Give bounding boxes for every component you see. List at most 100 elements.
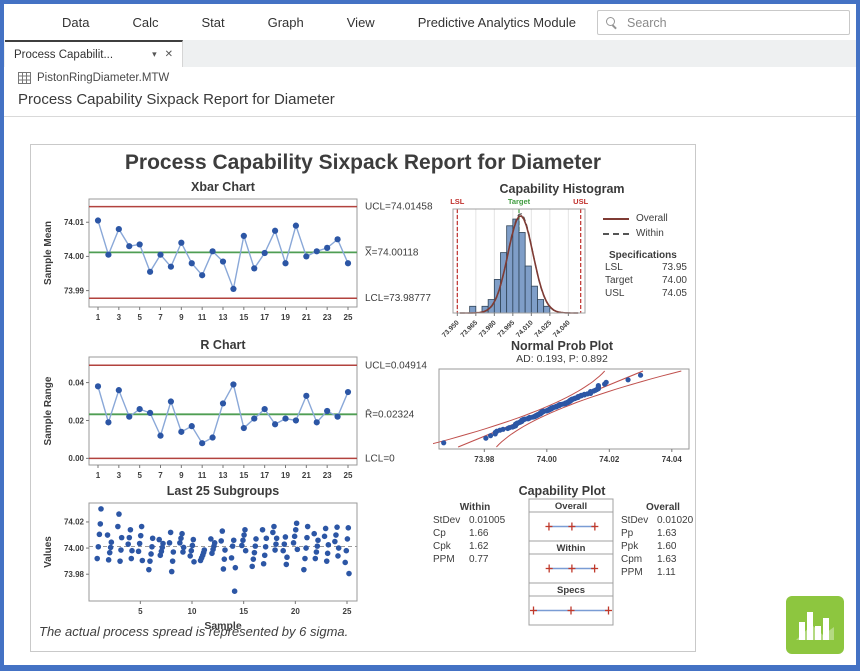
chart-app-icon[interactable]: [786, 596, 844, 654]
within-ppm-label: PPM: [433, 553, 469, 566]
legend-within-label: Within: [636, 228, 664, 239]
overall-ppm-value: 1.11: [657, 566, 676, 579]
svg-text:74.01: 74.01: [64, 218, 85, 227]
overall-stdev-row: StDev 0.01020: [621, 514, 705, 527]
svg-text:1: 1: [96, 313, 101, 322]
svg-text:73.98: 73.98: [64, 570, 85, 579]
svg-text:74.040: 74.040: [552, 319, 572, 339]
within-stats-header: Within: [433, 501, 517, 514]
menu-item-view[interactable]: View: [347, 15, 375, 30]
menu-item-calc[interactable]: Calc: [132, 15, 158, 30]
last25-subgroups-chart: Last 25 Subgroups73.9874.0074.0251015202…: [39, 483, 439, 635]
svg-text:13: 13: [219, 471, 228, 480]
tab-bar: Process Capabilit... ▾ ✕: [4, 40, 856, 67]
report-footnote: The actual process spread is represented…: [39, 624, 348, 639]
svg-text:25: 25: [344, 471, 353, 480]
svg-text:UCL=74.01458: UCL=74.01458: [365, 202, 433, 213]
overall-pp-value: 1.63: [657, 527, 676, 540]
svg-text:73.99: 73.99: [64, 286, 85, 295]
overall-line-sample: [603, 218, 629, 220]
search-input[interactable]: [625, 15, 841, 31]
svg-text:74.02: 74.02: [64, 518, 85, 527]
svg-text:25: 25: [343, 607, 352, 616]
app-window: Data Calc Stat Graph View Predictive Ana…: [0, 0, 860, 671]
svg-text:21: 21: [302, 471, 311, 480]
svg-text:LSL: LSL: [450, 197, 465, 206]
svg-text:73.98: 73.98: [474, 455, 495, 464]
within-ppm-row: PPM 0.77: [433, 553, 517, 566]
svg-text:0.04: 0.04: [68, 378, 84, 387]
svg-text:0.00: 0.00: [68, 454, 84, 463]
svg-text:20: 20: [291, 607, 300, 616]
within-cpk-row: Cpk 1.62: [433, 540, 517, 553]
svg-text:17: 17: [260, 313, 269, 322]
svg-text:17: 17: [260, 471, 269, 480]
overall-ppm-label: PPM: [621, 566, 657, 579]
svg-text:0.02: 0.02: [68, 416, 84, 425]
svg-text:21: 21: [302, 313, 311, 322]
svg-text:19: 19: [281, 313, 290, 322]
spec-row-lsl: LSL 73.95: [603, 261, 687, 274]
normal-prob-plot-chart: 73.9874.0074.0274.04: [433, 367, 697, 467]
chevron-down-icon[interactable]: ▾: [152, 49, 157, 60]
within-cp-value: 1.66: [469, 527, 488, 540]
svg-text:R Chart: R Chart: [200, 338, 246, 352]
search-box[interactable]: [597, 10, 850, 35]
svg-text:10: 10: [188, 607, 197, 616]
legend-overall-row: Overall: [603, 211, 693, 226]
menu-item-predictive-analytics-module[interactable]: Predictive Analytics Module: [418, 15, 576, 30]
svg-text:Values: Values: [43, 536, 54, 568]
svg-text:74.02: 74.02: [599, 455, 620, 464]
svg-text:23: 23: [323, 313, 332, 322]
histogram-title: Capability Histogram: [431, 182, 693, 196]
worksheet-row[interactable]: PistonRingDiameter.MTW: [18, 72, 169, 84]
svg-text:1: 1: [96, 471, 101, 480]
svg-text:13: 13: [219, 313, 228, 322]
within-cpk-label: Cpk: [433, 540, 469, 553]
svg-text:74.00: 74.00: [64, 252, 85, 261]
capability-interval-plot: OverallWithinSpecs: [525, 497, 617, 629]
svg-text:23: 23: [323, 471, 332, 480]
within-cp-label: Cp: [433, 527, 469, 540]
within-stdev-label: StDev: [433, 514, 469, 527]
spec-row-usl: USL 74.05: [603, 287, 687, 300]
svg-text:15: 15: [239, 313, 248, 322]
svg-text:74.025: 74.025: [534, 319, 554, 339]
svg-text:19: 19: [281, 471, 290, 480]
menu-item-graph[interactable]: Graph: [268, 15, 304, 30]
xbar-chart: Xbar Chart73.9974.0074.01135791113151719…: [39, 179, 439, 331]
overall-stdev-label: StDev: [621, 514, 657, 527]
report-canvas: Process Capability Sixpack Report for Di…: [30, 144, 696, 652]
svg-text:Last 25 Subgroups: Last 25 Subgroups: [167, 484, 280, 498]
svg-text:74.04: 74.04: [662, 455, 683, 464]
svg-text:74.00: 74.00: [64, 544, 85, 553]
within-line-sample: [603, 233, 629, 235]
spec-row-target: Target 74.00: [603, 274, 687, 287]
overall-cpm-label: Cpm: [621, 553, 657, 566]
overall-ppk-row: Ppk 1.60: [621, 540, 705, 553]
svg-text:Xbar Chart: Xbar Chart: [191, 180, 256, 194]
tab-process-capability[interactable]: Process Capabilit... ▾ ✕: [5, 40, 183, 67]
menu-item-stat[interactable]: Stat: [201, 15, 224, 30]
svg-text:LCL=73.98777: LCL=73.98777: [365, 293, 431, 304]
overall-ppk-label: Ppk: [621, 540, 657, 553]
overall-pp-row: Pp 1.63: [621, 527, 705, 540]
close-icon[interactable]: ✕: [165, 49, 173, 60]
within-cp-row: Cp 1.66: [433, 527, 517, 540]
svg-text:73.980: 73.980: [478, 319, 498, 339]
report-title: Process Capability Sixpack Report for Di…: [31, 151, 695, 175]
svg-text:9: 9: [179, 471, 184, 480]
overall-cpm-row: Cpm 1.63: [621, 553, 705, 566]
svg-text:15: 15: [239, 471, 248, 480]
within-cpk-value: 1.62: [469, 540, 488, 553]
svg-text:Target: Target: [508, 197, 531, 206]
spec-target-label: Target: [605, 274, 633, 287]
worksheet-grid-icon: [18, 72, 31, 84]
svg-text:Sample Mean: Sample Mean: [43, 221, 54, 285]
within-stats-block: Within StDev 0.01005 Cp 1.66 Cpk 1.62 PP…: [433, 501, 517, 566]
svg-text:5: 5: [138, 607, 143, 616]
menu-item-data[interactable]: Data: [62, 15, 89, 30]
svg-text:5: 5: [137, 313, 142, 322]
specifications-header: Specifications: [609, 250, 693, 261]
svg-text:11: 11: [198, 471, 207, 480]
